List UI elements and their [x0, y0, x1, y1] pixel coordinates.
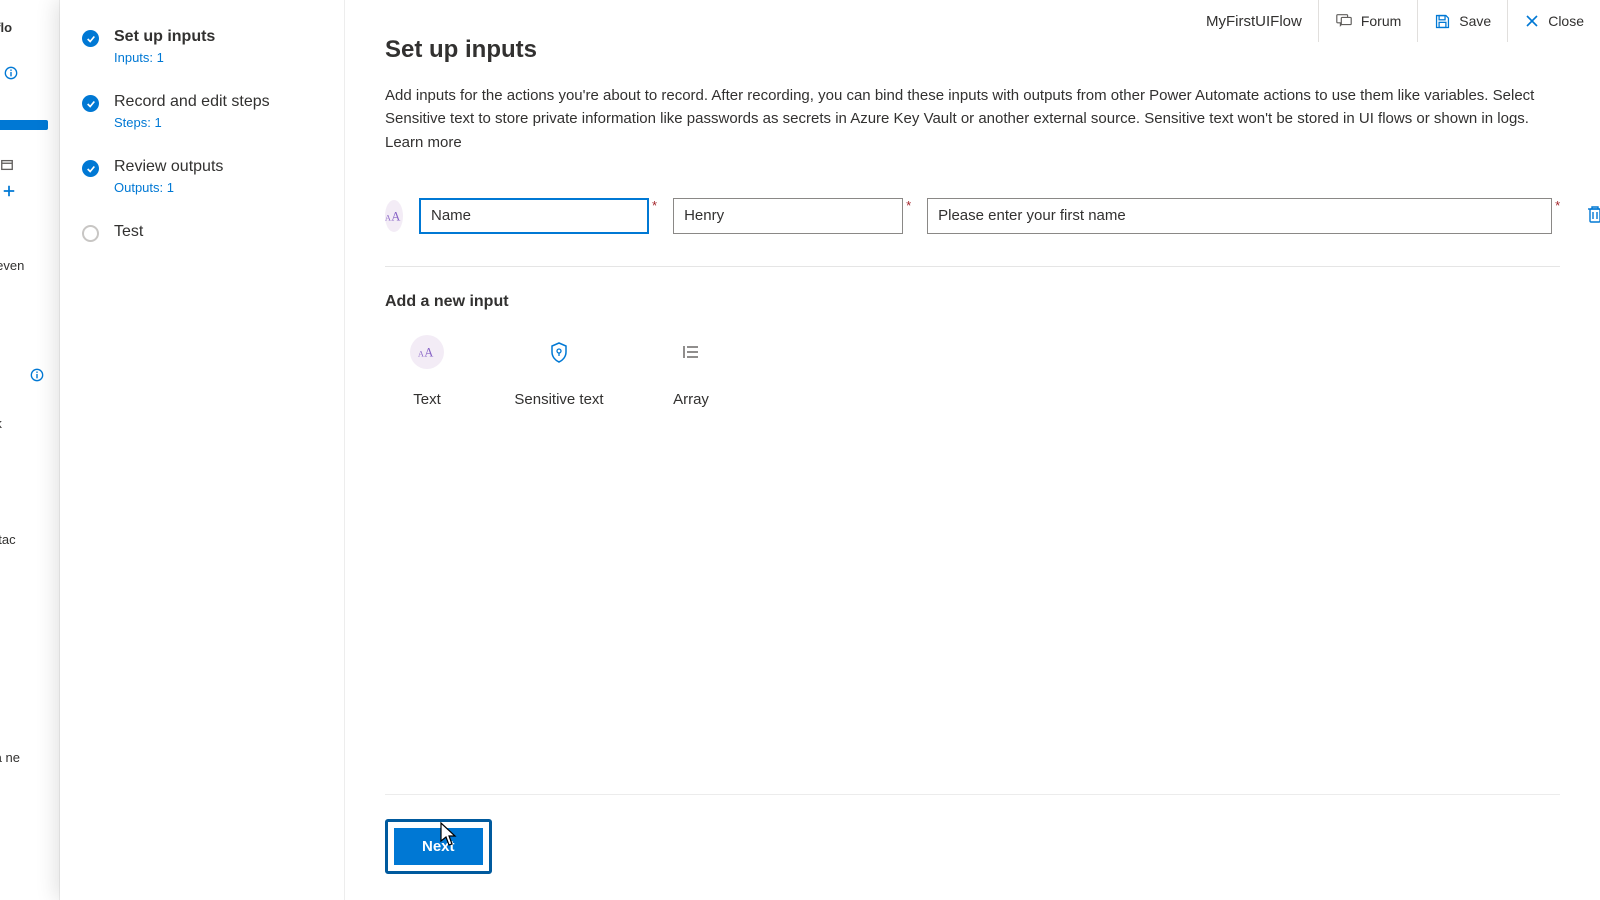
wizard-step-sub: Steps: 1 — [114, 115, 324, 130]
next-button[interactable]: Next — [394, 828, 483, 865]
svg-text:A: A — [418, 349, 424, 358]
input-type-options: AA Text Sensitive text Array — [385, 335, 1560, 408]
shield-icon — [542, 335, 576, 369]
forum-icon — [1335, 12, 1353, 30]
learn-more-link[interactable]: Learn more — [385, 134, 462, 151]
step-done-icon — [82, 160, 99, 177]
obscured-item: te work — [0, 416, 2, 431]
svg-text:A: A — [424, 345, 433, 359]
step-done-icon — [82, 95, 99, 112]
step-done-icon — [82, 30, 99, 47]
option-label: Text — [413, 391, 441, 408]
input-sample-field[interactable] — [673, 198, 903, 234]
delete-input-button[interactable] — [1586, 204, 1600, 227]
next-button-focus-ring: Next — [385, 819, 492, 874]
required-asterisk: * — [652, 198, 657, 213]
flow-name-text: MyFirstUIFlow — [1206, 13, 1302, 30]
list-icon — [674, 335, 708, 369]
ui-flow-wizard-modal: MyFirstUIFlow Forum Save Close Set up in… — [60, 0, 1600, 900]
add-array-input[interactable]: Array — [649, 335, 733, 408]
wizard-step-test[interactable]: Test — [82, 223, 324, 241]
wizard-step-title: Record and edit steps — [114, 93, 324, 111]
page-description: Add inputs for the actions you're about … — [385, 84, 1560, 154]
wizard-step-review-outputs[interactable]: Review outputs Outputs: 1 — [82, 158, 324, 195]
required-asterisk: * — [1555, 198, 1560, 213]
text-icon: AA — [410, 335, 444, 369]
obscured-item: nated even — [0, 258, 24, 273]
save-icon — [1434, 13, 1451, 30]
plus-icon — [2, 184, 16, 198]
wizard-sidebar: Set up inputs Inputs: 1 Record and edit … — [60, 0, 345, 900]
forum-button[interactable]: Forum — [1318, 0, 1417, 42]
step-open-icon — [82, 225, 99, 242]
option-label: Sensitive text — [514, 391, 603, 408]
svg-text:A: A — [391, 209, 400, 223]
obscured-title: ake a flo — [0, 20, 12, 35]
wizard-step-sub: Outputs: 1 — [114, 180, 324, 195]
wizard-step-setup-inputs[interactable]: Set up inputs Inputs: 1 — [82, 28, 324, 65]
left-active-indicator — [0, 120, 48, 130]
save-label: Save — [1459, 13, 1491, 29]
forum-label: Forum — [1361, 13, 1401, 29]
wizard-footer: Next — [385, 794, 1560, 874]
text-type-icon: AA — [385, 200, 403, 232]
input-definition-row: AA * * * — [385, 198, 1560, 267]
input-name-wrap: * — [419, 198, 657, 234]
wizard-step-title: Test — [114, 223, 324, 241]
main-content: Set up inputs Add inputs for the actions… — [345, 0, 1600, 900]
add-new-input-section: Add a new input AA Text Sensitive text — [385, 293, 1560, 408]
svg-text:A: A — [385, 213, 391, 222]
trash-icon — [1586, 204, 1600, 224]
wizard-step-record[interactable]: Record and edit steps Steps: 1 — [82, 93, 324, 130]
obscured-item: email a ne — [0, 750, 20, 765]
add-text-input[interactable]: AA Text — [385, 335, 469, 408]
desc-text: Add inputs for the actions you're about … — [385, 87, 1534, 127]
info-icon — [4, 66, 18, 80]
close-button[interactable]: Close — [1507, 0, 1600, 42]
wizard-step-sub: Inputs: 1 — [114, 50, 324, 65]
wizard-step-title: Review outputs — [114, 158, 324, 176]
close-label: Close — [1548, 13, 1584, 29]
add-new-heading: Add a new input — [385, 293, 1560, 311]
input-sample-wrap: * — [673, 198, 911, 234]
obscured-item: mail attac — [0, 532, 16, 547]
obscured-left-panel: ake a flo nated even ate te work mail at… — [0, 0, 60, 900]
window-icon — [0, 158, 14, 172]
info-icon — [30, 368, 44, 382]
option-label: Array — [673, 391, 709, 408]
modal-topbar: MyFirstUIFlow Forum Save Close — [1190, 0, 1600, 42]
add-sensitive-text-input[interactable]: Sensitive text — [517, 335, 601, 408]
input-desc-wrap: * — [927, 198, 1560, 234]
required-asterisk: * — [906, 198, 911, 213]
flow-name-label: MyFirstUIFlow — [1190, 0, 1318, 42]
input-description-field[interactable] — [927, 198, 1552, 234]
input-name-field[interactable] — [419, 198, 649, 234]
close-icon — [1524, 13, 1540, 29]
wizard-step-title: Set up inputs — [114, 28, 324, 46]
save-button[interactable]: Save — [1417, 0, 1507, 42]
